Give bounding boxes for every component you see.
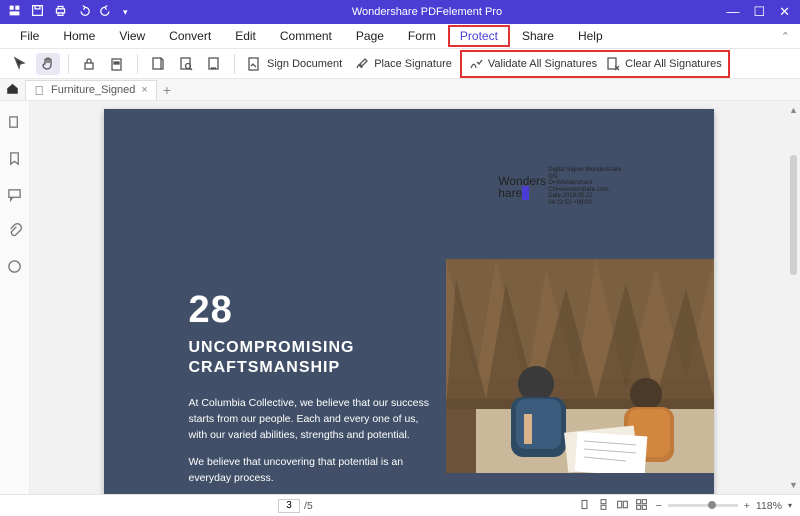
app-title: Wondershare PDFelement Pro <box>128 6 727 18</box>
close-tab-icon[interactable]: × <box>141 84 147 96</box>
chat-panel-icon[interactable] <box>7 259 22 279</box>
page-body: At Columbia Collective, we believe that … <box>189 396 439 487</box>
status-bar: /5 − + 118% ▾ <box>0 494 800 516</box>
signature-actions-highlight: Validate All Signatures Clear All Signat… <box>460 50 730 78</box>
menu-convert[interactable]: Convert <box>157 25 223 47</box>
zoom-dropdown-icon[interactable]: ▾ <box>788 501 792 510</box>
menu-bar: File Home View Convert Edit Comment Page… <box>0 24 800 49</box>
doc-search-tool[interactable] <box>174 53 198 75</box>
document-tab[interactable]: Furniture_Signed × <box>25 80 157 100</box>
zoom-slider-knob[interactable] <box>708 501 716 509</box>
doc-tool-1[interactable] <box>146 53 170 75</box>
menu-view[interactable]: View <box>107 25 157 47</box>
grid-view-icon[interactable] <box>635 498 648 514</box>
digital-signature-stamp[interactable]: Wondershare▮ Digital Signer:Wondershare … <box>498 167 621 207</box>
menu-file[interactable]: File <box>8 25 51 47</box>
total-pages: /5 <box>304 500 313 512</box>
page-photo <box>446 259 714 473</box>
lock-tool[interactable] <box>77 53 101 75</box>
view-mode-group <box>578 498 648 514</box>
maximize-icon[interactable]: ☐ <box>753 4 765 20</box>
scroll-up-icon[interactable]: ▲ <box>789 105 798 115</box>
page-heading: UNCOMPROMISINGCRAFTSMANSHIP <box>189 338 439 378</box>
thumbnails-panel-icon[interactable] <box>7 115 22 135</box>
new-tab-button[interactable]: + <box>163 82 171 98</box>
signature-meta: Digital Signer:Wondershare DN: O=Wonders… <box>548 167 621 207</box>
scroll-thumb[interactable] <box>790 155 797 275</box>
collapse-ribbon-icon[interactable]: ⌃ <box>781 30 790 43</box>
hand-tool[interactable] <box>36 53 60 75</box>
clear-all-signatures-button[interactable]: Clear All Signatures <box>601 53 726 75</box>
signature-brand: Wondershare▮ <box>498 175 546 199</box>
menu-protect[interactable]: Protect <box>448 25 510 47</box>
redact-tool[interactable] <box>105 53 129 75</box>
document-tab-bar: Furniture_Signed × + <box>0 79 800 101</box>
title-bar: ▾ Wondershare PDFelement Pro — ☐ ✕ <box>0 0 800 24</box>
place-signature-button[interactable]: Place Signature <box>350 53 456 75</box>
sign-document-button[interactable]: Sign Document <box>243 53 346 75</box>
doc-tool-3[interactable] <box>202 53 226 75</box>
zoom-slider[interactable] <box>668 504 738 507</box>
single-page-view-icon[interactable] <box>578 498 591 514</box>
bookmarks-panel-icon[interactable] <box>7 151 22 171</box>
current-page-input[interactable] <box>278 499 300 513</box>
page-copy: 28 UNCOMPROMISINGCRAFTSMANSHIP At Columb… <box>189 289 439 487</box>
comments-panel-icon[interactable] <box>7 187 22 207</box>
scroll-down-icon[interactable]: ▼ <box>789 480 798 490</box>
document-tab-label: Furniture_Signed <box>51 84 135 96</box>
close-window-icon[interactable]: ✕ <box>779 4 790 20</box>
two-page-view-icon[interactable] <box>616 498 629 514</box>
minimize-icon[interactable]: — <box>726 4 739 20</box>
menu-share[interactable]: Share <box>510 25 566 47</box>
continuous-view-icon[interactable] <box>597 498 610 514</box>
document-canvas[interactable]: Wondershare▮ Digital Signer:Wondershare … <box>30 101 787 494</box>
pdf-file-icon <box>34 85 45 96</box>
zoom-control: − + 118% ▾ <box>656 500 792 512</box>
save-icon[interactable] <box>31 4 44 20</box>
zoom-in-button[interactable]: + <box>744 500 750 512</box>
menu-comment[interactable]: Comment <box>268 25 344 47</box>
undo-icon[interactable] <box>77 4 90 20</box>
validate-all-signatures-button[interactable]: Validate All Signatures <box>464 53 601 75</box>
menu-edit[interactable]: Edit <box>223 25 268 47</box>
menu-help[interactable]: Help <box>566 25 615 47</box>
zoom-out-button[interactable]: − <box>656 500 662 512</box>
ribbon: Sign Document Place Signature Validate A… <box>0 49 800 79</box>
menu-form[interactable]: Form <box>396 25 448 47</box>
select-tool[interactable] <box>8 53 32 75</box>
vertical-scrollbar[interactable]: ▲ ▼ <box>787 101 800 494</box>
app-logo-icon <box>8 4 21 20</box>
page-number-large: 28 <box>189 289 439 332</box>
work-area: Wondershare▮ Digital Signer:Wondershare … <box>0 101 800 494</box>
menu-page[interactable]: Page <box>344 25 396 47</box>
page-navigator: /5 <box>278 499 313 513</box>
print-icon[interactable] <box>54 4 67 20</box>
redo-icon[interactable] <box>100 4 113 20</box>
menu-home[interactable]: Home <box>51 25 107 47</box>
document-page: Wondershare▮ Digital Signer:Wondershare … <box>104 109 714 494</box>
attachments-panel-icon[interactable] <box>7 223 22 243</box>
home-tab-icon[interactable] <box>6 82 19 98</box>
left-sidebar <box>0 101 30 494</box>
zoom-level: 118% <box>756 500 782 512</box>
